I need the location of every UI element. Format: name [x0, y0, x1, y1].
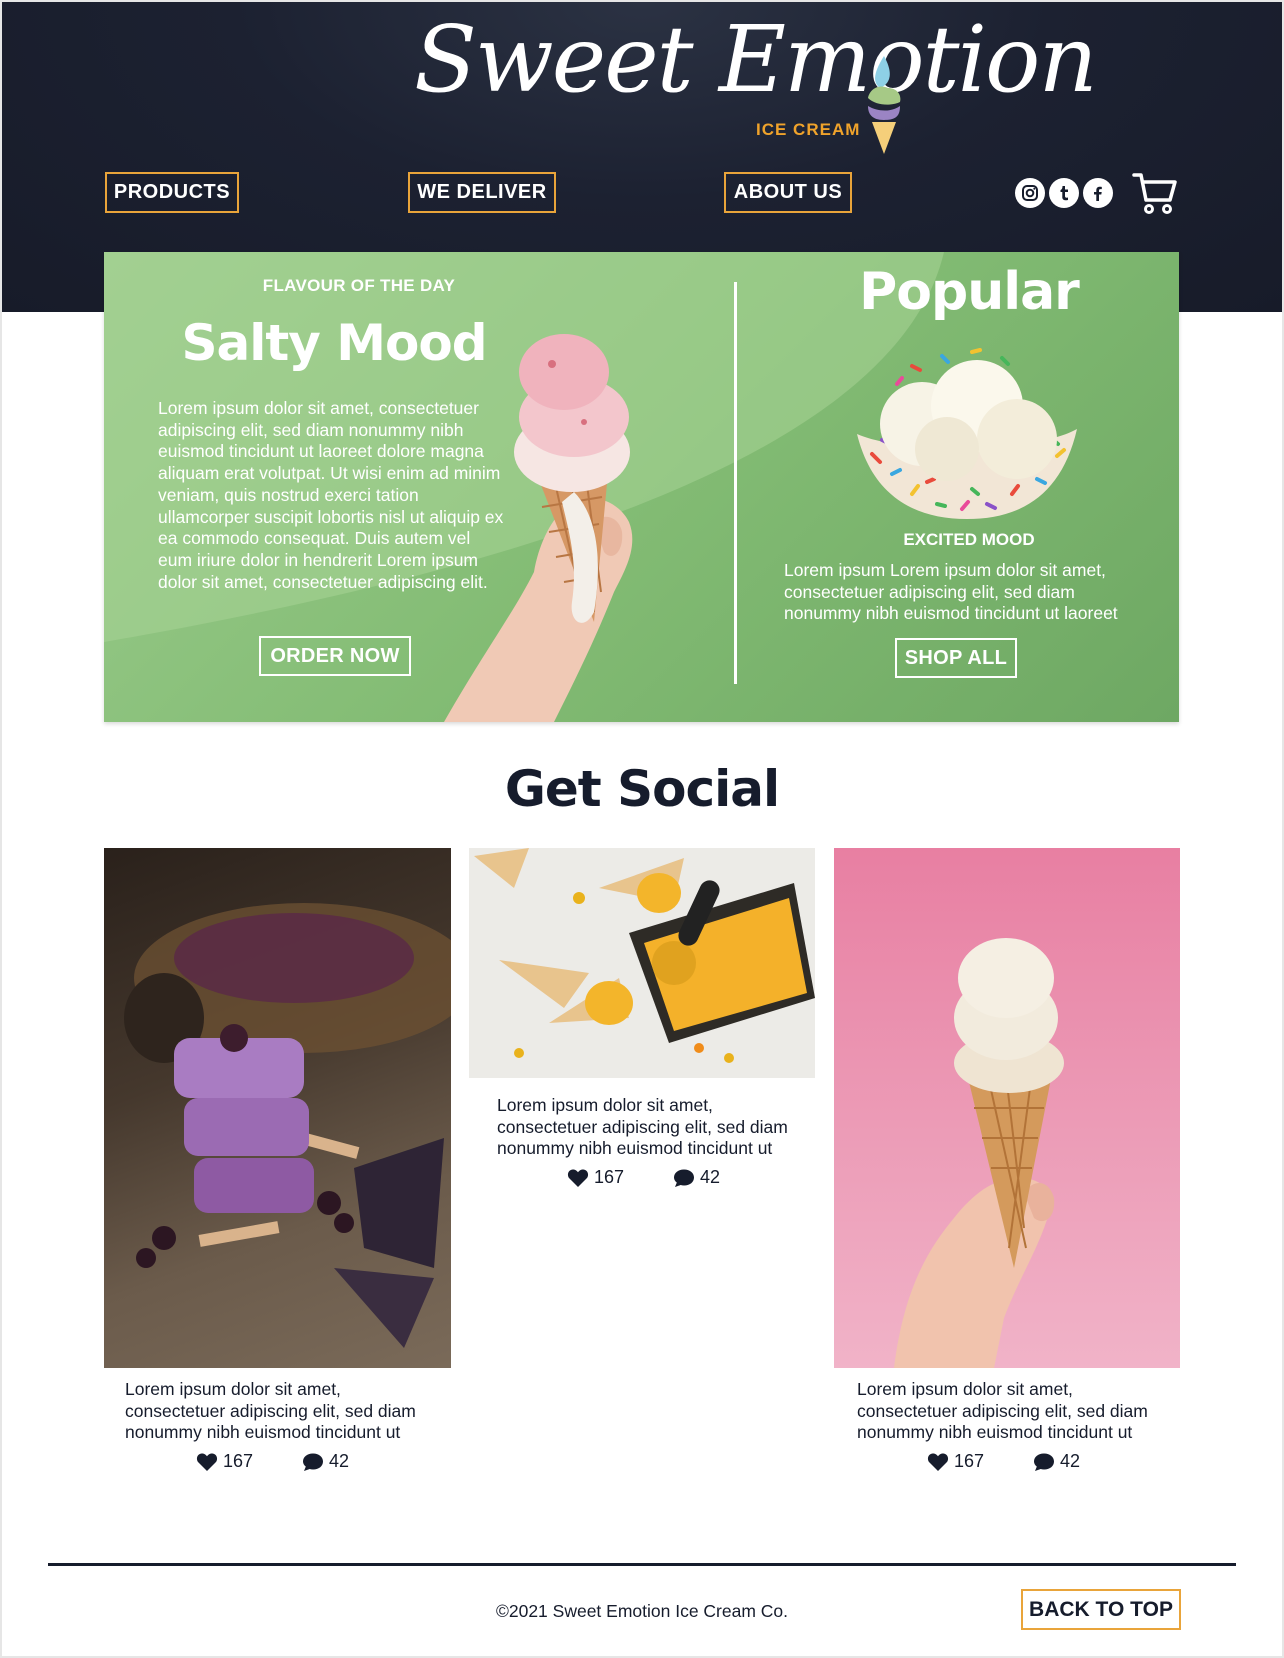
- like-count-value: 167: [223, 1451, 254, 1471]
- shop-all-button[interactable]: SHOP ALL: [895, 638, 1017, 678]
- like-count-value: 167: [954, 1451, 985, 1471]
- ice-cream-cone-image: [444, 334, 633, 722]
- social-post-caption: Lorem ipsum dolor sit amet, consectetuer…: [497, 1095, 788, 1158]
- facebook-icon[interactable]: [1083, 178, 1113, 208]
- like-count[interactable]: 167: [927, 1451, 984, 1472]
- like-count-value: 167: [594, 1167, 625, 1187]
- comment-count-value: 42: [1060, 1451, 1081, 1471]
- like-count[interactable]: 167: [196, 1451, 253, 1472]
- get-social-heading: Get Social: [504, 760, 780, 818]
- brand-logo-tagline: ICE CREAM: [756, 120, 861, 139]
- sprinkle-bowl-image: [857, 348, 1077, 519]
- comment-icon: [1034, 1453, 1054, 1471]
- popular-item-name: EXCITED MOOD: [903, 530, 1035, 549]
- footer-divider: [48, 1563, 1236, 1566]
- nav-we-deliver-button[interactable]: WE DELIVER: [408, 172, 556, 213]
- social-post-image-popsicles[interactable]: [104, 848, 451, 1368]
- comment-count-value: 42: [329, 1451, 350, 1471]
- comment-count-value: 42: [700, 1167, 721, 1187]
- heart-icon: [196, 1452, 218, 1471]
- social-post-caption: Lorem ipsum dolor sit amet, consectetuer…: [125, 1379, 416, 1442]
- comment-count[interactable]: 42: [302, 1451, 349, 1472]
- comment-icon: [674, 1169, 694, 1187]
- instagram-icon[interactable]: [1015, 178, 1045, 208]
- hero-banner: FLAVOUR OF THE DAY Salty Mood Lorem ipsu…: [104, 252, 1179, 722]
- comment-icon: [303, 1453, 323, 1471]
- popular-description: Lorem ipsum Lorem ipsum dolor sit amet, …: [784, 560, 1118, 623]
- like-count[interactable]: 167: [567, 1167, 624, 1188]
- cart-icon[interactable]: [1132, 170, 1178, 216]
- brand-logo[interactable]: Sweet Emotion ICE CREAM: [414, 14, 1098, 164]
- heart-icon: [567, 1168, 589, 1187]
- back-to-top-button[interactable]: BACK TO TOP: [1021, 1589, 1181, 1630]
- comment-count[interactable]: 42: [673, 1167, 720, 1188]
- tumblr-icon[interactable]: [1049, 178, 1079, 208]
- comment-count[interactable]: 42: [1033, 1451, 1080, 1472]
- heart-icon: [927, 1452, 949, 1471]
- brand-logo-wordmark: Sweet Emotion: [414, 6, 1098, 113]
- nav-products-button[interactable]: PRODUCTS: [105, 172, 239, 213]
- cone-logo-icon: [868, 56, 901, 154]
- nav-about-us-button[interactable]: ABOUT US: [724, 172, 852, 213]
- hero-divider: [734, 282, 737, 684]
- social-post-caption: Lorem ipsum dolor sit amet, consectetuer…: [857, 1379, 1148, 1442]
- popular-title: Popular: [859, 262, 1080, 322]
- order-now-button[interactable]: ORDER NOW: [259, 636, 411, 676]
- social-post-image-cone-pink[interactable]: [834, 848, 1180, 1368]
- social-post-image-mango-scoop[interactable]: [469, 848, 815, 1078]
- flavour-of-the-day-label: FLAVOUR OF THE DAY: [262, 276, 456, 295]
